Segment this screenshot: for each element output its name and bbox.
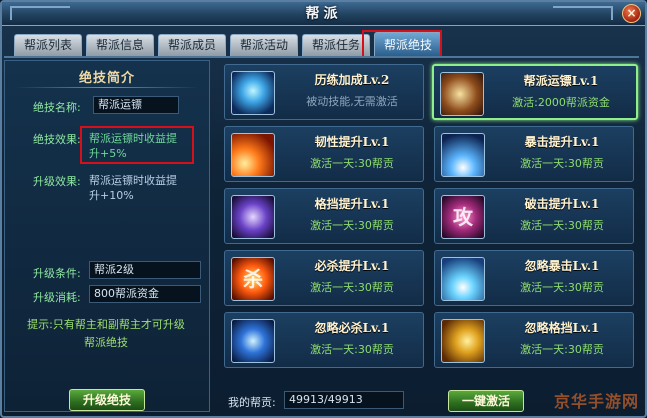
upgrade-effect-line2: 升+10% — [89, 189, 134, 202]
upgrade-condition-value: 帮派2级 — [89, 261, 201, 279]
skill-name: 暴击提升Lv.1 — [524, 135, 600, 149]
skill-name: 韧性提升Lv.1 — [314, 135, 390, 149]
upgrade-cost-label: 升级消耗: — [33, 291, 81, 304]
close-button[interactable]: × — [622, 4, 641, 23]
skill-card[interactable]: 忽略暴击Lv.1 激活一天:30帮贡 — [434, 250, 634, 306]
upgrade-skill-button[interactable]: 升级绝技 — [69, 389, 145, 411]
skill-card[interactable]: 韧性提升Lv.1 激活一天:30帮贡 — [224, 126, 424, 182]
kill-rune-icon: 杀 — [231, 257, 275, 301]
skill-name-value: 帮派运镖 — [93, 96, 179, 114]
skill-name: 忽略必杀Lv.1 — [314, 321, 390, 335]
skill-card[interactable]: 历练加成Lv.2 被动技能,无需激活 — [224, 64, 424, 120]
burst-icon — [441, 133, 485, 177]
skill-name: 忽略格挡Lv.1 — [524, 321, 600, 335]
tab-guild-members[interactable]: 帮派成员 — [158, 34, 226, 56]
tab-guild-info[interactable]: 帮派信息 — [86, 34, 154, 56]
tip-line2: 帮派绝技 — [84, 336, 128, 349]
break-icon: 攻 — [441, 195, 485, 239]
skill-card[interactable]: 忽略必杀Lv.1 激活一天:30帮贡 — [224, 312, 424, 368]
skill-activation: 激活一天:30帮贡 — [310, 219, 394, 232]
skill-card[interactable]: 暴击提升Lv.1 激活一天:30帮贡 — [434, 126, 634, 182]
golden-slash-icon — [441, 319, 485, 363]
skill-name: 格挡提升Lv.1 — [314, 197, 390, 211]
tab-guild-tasks[interactable]: 帮派任务 — [302, 34, 370, 56]
skill-activation: 激活一天:30帮贡 — [520, 281, 604, 294]
lightning-icon — [441, 257, 485, 301]
skill-activation: 激活一天:30帮贡 — [310, 157, 394, 170]
skill-card[interactable]: 忽略格挡Lv.1 激活一天:30帮贡 — [434, 312, 634, 368]
skill-activation: 激活一天:30帮贡 — [310, 343, 394, 356]
skill-activation: 激活一天:30帮贡 — [520, 343, 604, 356]
title-bar: 帮派 × — [2, 2, 645, 26]
contribution-value: 49913/49913 — [284, 391, 404, 409]
upgrade-condition-label: 升级条件: — [33, 267, 81, 280]
tab-guild-activities[interactable]: 帮派活动 — [230, 34, 298, 56]
skill-card-selected[interactable]: 帮派运镖Lv.1 激活:2000帮派资金 — [432, 64, 638, 120]
skill-card[interactable]: 格挡提升Lv.1 激活一天:30帮贡 — [224, 188, 424, 244]
skill-name-label: 绝技名称: — [33, 101, 81, 114]
shield-icon — [231, 195, 275, 239]
fire-slash-icon — [231, 133, 275, 177]
tab-divider — [4, 56, 639, 58]
skill-card[interactable]: 杀 必杀提升Lv.1 激活一天:30帮贡 — [224, 250, 424, 306]
upgrade-effect-label: 升级效果: — [33, 175, 81, 188]
activate-all-button[interactable]: 一键激活 — [448, 390, 524, 412]
tab-guild-list[interactable]: 帮派列表 — [14, 34, 82, 56]
skill-name: 忽略暴击Lv.1 — [524, 259, 600, 273]
yin-yang-icon — [231, 319, 275, 363]
skill-name: 帮派运镖Lv.1 — [523, 74, 599, 88]
tab-highlight-box — [362, 30, 442, 58]
skill-activation: 激活:2000帮派资金 — [512, 96, 610, 109]
tip-text: 提示:只有帮主和副帮主才可升级 帮派绝技 — [6, 316, 206, 352]
title-rule — [15, 87, 199, 88]
window-title: 帮派 — [305, 6, 342, 22]
aura-icon — [231, 71, 275, 115]
skill-activation: 激活一天:30帮贡 — [520, 219, 604, 232]
skill-effect-label: 绝技效果: — [33, 133, 81, 146]
title-ornament-right — [553, 6, 613, 20]
tip-line1: 提示:只有帮主和副帮主才可升级 — [27, 318, 185, 331]
upgrade-cost-value: 800帮派资金 — [89, 285, 201, 303]
skill-card[interactable]: 攻 破击提升Lv.1 激活一天:30帮贡 — [434, 188, 634, 244]
skill-activation: 激活一天:30帮贡 — [310, 281, 394, 294]
upgrade-effect-line1: 帮派运镖时收益提 — [89, 174, 177, 187]
skill-activation: 被动技能,无需激活 — [306, 95, 398, 108]
effect-highlight-box — [80, 126, 194, 164]
title-ornament-left — [10, 6, 70, 20]
skill-name: 历练加成Lv.2 — [314, 73, 390, 87]
panel-title: 绝技简介 — [78, 71, 135, 86]
cart-icon — [440, 72, 484, 116]
skill-name: 必杀提升Lv.1 — [314, 259, 390, 273]
watermark: 京华手游网 — [553, 392, 639, 411]
skill-detail-panel: 绝技简介 绝技名称: 帮派运镖 绝技效果: 帮派运镖时收益提 升+5% 升级效果… — [4, 60, 210, 412]
skill-name: 破击提升Lv.1 — [524, 197, 600, 211]
contribution-label: 我的帮贡: — [228, 396, 276, 409]
skill-activation: 激活一天:30帮贡 — [520, 157, 604, 170]
